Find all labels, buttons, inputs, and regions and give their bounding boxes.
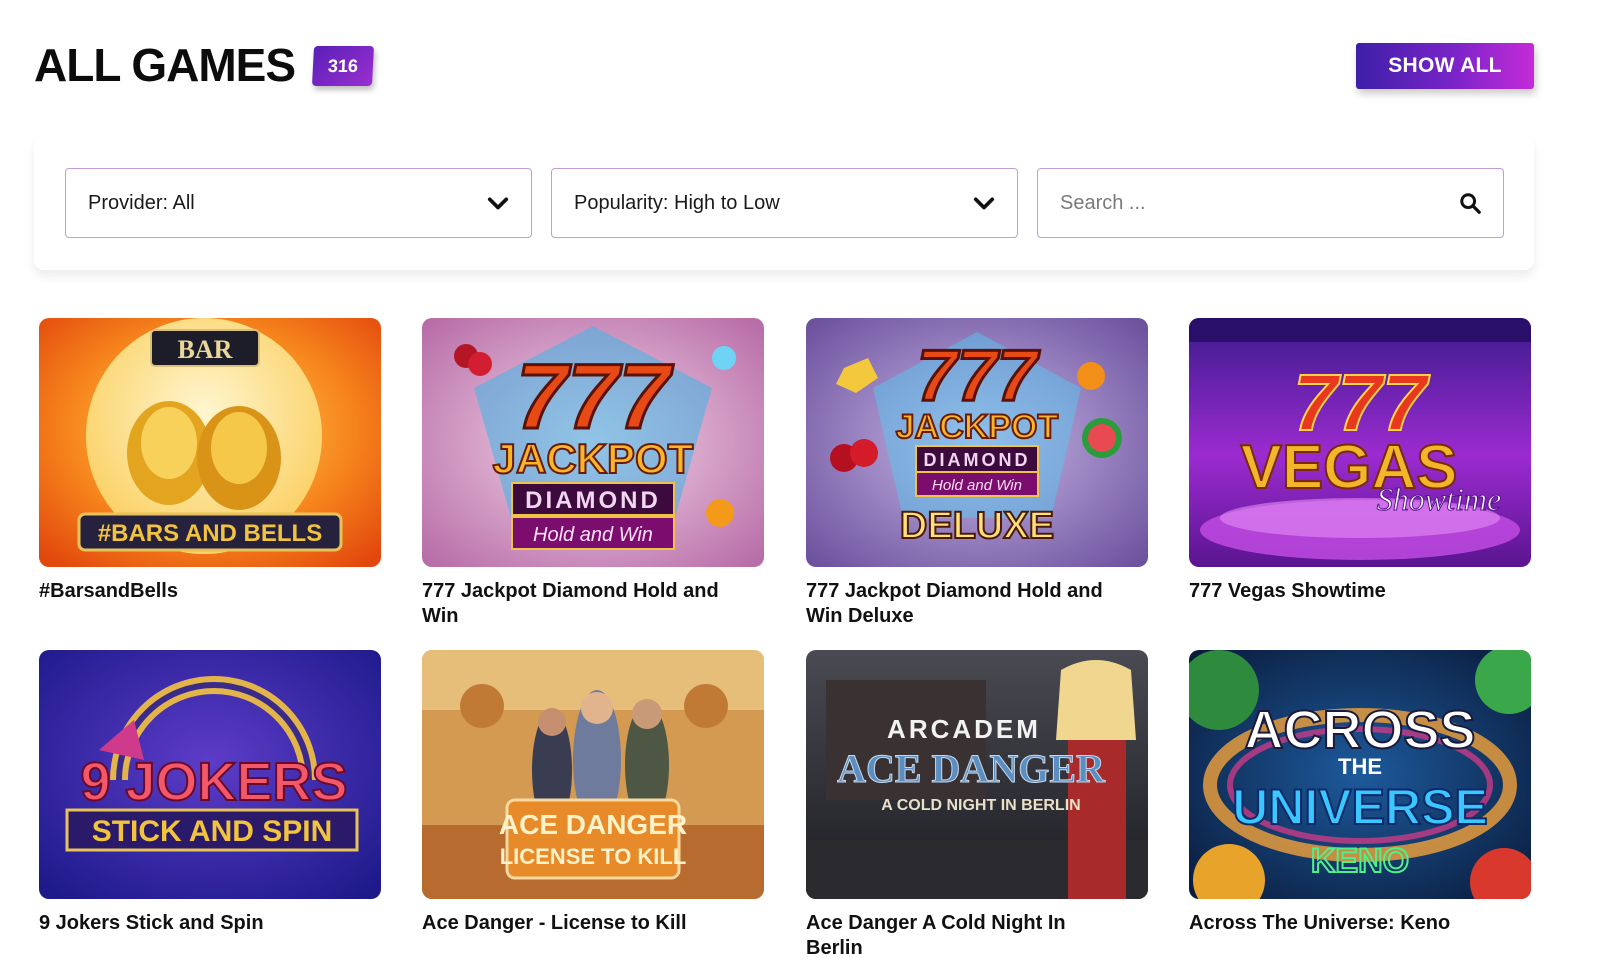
art-line-5: DELUXE xyxy=(900,505,1054,547)
art-line-1: ARCADEM xyxy=(887,714,1041,744)
art-line-1: ACROSS xyxy=(1244,700,1475,760)
game-card[interactable]: 9 JOKERS STICK AND SPIN 9 Jokers Stick a… xyxy=(39,650,381,936)
filter-panel: Provider: All Popularity: High to Low Se… xyxy=(34,136,1534,270)
provider-select[interactable]: Provider: All xyxy=(65,168,532,238)
game-card[interactable]: ACROSS THE UNIVERSE KENO Across The Univ… xyxy=(1189,650,1531,936)
show-all-button[interactable]: SHOW ALL xyxy=(1356,43,1534,89)
art-line-3: DIAMOND xyxy=(525,487,661,514)
game-card[interactable]: 777 JACKPOT DIAMOND Hold and Win DELUXE … xyxy=(806,318,1148,629)
art-line-2: JACKPOT xyxy=(896,408,1059,446)
art-line-3: UNIVERSE xyxy=(1232,779,1488,835)
art-line-4: Hold and Win xyxy=(533,524,653,546)
art-line-1: 777 xyxy=(516,346,673,448)
provider-select-value: Provider: All xyxy=(88,191,195,214)
game-title[interactable]: 777 Vegas Showtime xyxy=(1189,579,1489,604)
games-count-badge: 316 xyxy=(312,46,375,86)
art-line-3: Showtime xyxy=(1377,481,1501,517)
game-card[interactable]: ACE DANGER LICENSE TO KILL Ace Danger - … xyxy=(422,650,764,936)
art-line-2: STICK AND SPIN xyxy=(92,815,333,848)
game-title[interactable]: Ace Danger - License to Kill xyxy=(422,911,722,936)
game-card[interactable]: ARCADEM ACE DANGER A COLD NIGHT IN BERLI… xyxy=(806,650,1148,961)
search-input[interactable]: Search ... xyxy=(1037,168,1504,238)
game-thumbnail[interactable]: 777 JACKPOT DIAMOND Hold and Win DELUXE xyxy=(806,318,1148,567)
chevron-down-icon xyxy=(487,197,509,210)
art-line-1: 9 JOKERS xyxy=(80,752,347,812)
game-card[interactable]: BAR #BARS AND BELLS #BarsandBells xyxy=(39,318,381,604)
chevron-down-icon xyxy=(973,197,995,210)
art-logo-main: #BARS AND BELLS xyxy=(98,520,322,547)
art-line-3: A COLD NIGHT IN BERLIN xyxy=(881,797,1080,814)
page-title: ALL GAMES xyxy=(34,39,296,91)
game-card[interactable]: 777 VEGAS Showtime 777 Vegas Showtime xyxy=(1189,318,1531,604)
game-thumbnail[interactable]: 9 JOKERS STICK AND SPIN xyxy=(39,650,381,899)
game-thumbnail[interactable]: ARCADEM ACE DANGER A COLD NIGHT IN BERLI… xyxy=(806,650,1148,899)
art-line-2: LICENSE TO KILL xyxy=(500,844,687,869)
game-thumbnail[interactable]: 777 VEGAS Showtime xyxy=(1189,318,1531,567)
game-thumbnail[interactable]: ACROSS THE UNIVERSE KENO xyxy=(1189,650,1531,899)
art-line-2: JACKPOT xyxy=(493,435,694,482)
game-title[interactable]: Across The Universe: Keno xyxy=(1189,911,1489,936)
game-thumbnail[interactable]: ACE DANGER LICENSE TO KILL xyxy=(422,650,764,899)
game-title[interactable]: Ace Danger A Cold Night In Berlin xyxy=(806,911,1106,961)
search-placeholder: Search ... xyxy=(1060,191,1146,214)
search-icon[interactable] xyxy=(1459,192,1481,214)
sort-select[interactable]: Popularity: High to Low xyxy=(551,168,1018,238)
game-thumbnail[interactable]: BAR #BARS AND BELLS xyxy=(39,318,381,567)
art-line-3: DIAMOND xyxy=(924,450,1031,470)
game-title[interactable]: #BarsandBells xyxy=(39,579,339,604)
art-line-2: ACE DANGER xyxy=(837,746,1106,791)
game-title[interactable]: 777 Jackpot Diamond Hold and Win Deluxe xyxy=(806,579,1106,629)
game-title[interactable]: 9 Jokers Stick and Spin xyxy=(39,911,339,936)
art-line-4: KENO xyxy=(1311,842,1409,880)
page-header: ALL GAMES 316 xyxy=(34,38,375,92)
art-line-1: ACE DANGER xyxy=(499,809,687,840)
sort-select-value: Popularity: High to Low xyxy=(574,191,780,214)
game-card[interactable]: 777 JACKPOT DIAMOND Hold and Win 777 Jac… xyxy=(422,318,764,629)
game-thumbnail[interactable]: 777 JACKPOT DIAMOND Hold and Win xyxy=(422,318,764,567)
art-line-4: Hold and Win xyxy=(932,477,1022,494)
art-line-2: THE xyxy=(1338,754,1382,779)
art-logo-top: BAR xyxy=(178,335,233,364)
game-title[interactable]: 777 Jackpot Diamond Hold and Win xyxy=(422,579,722,629)
art-line-1: 777 xyxy=(917,336,1040,416)
